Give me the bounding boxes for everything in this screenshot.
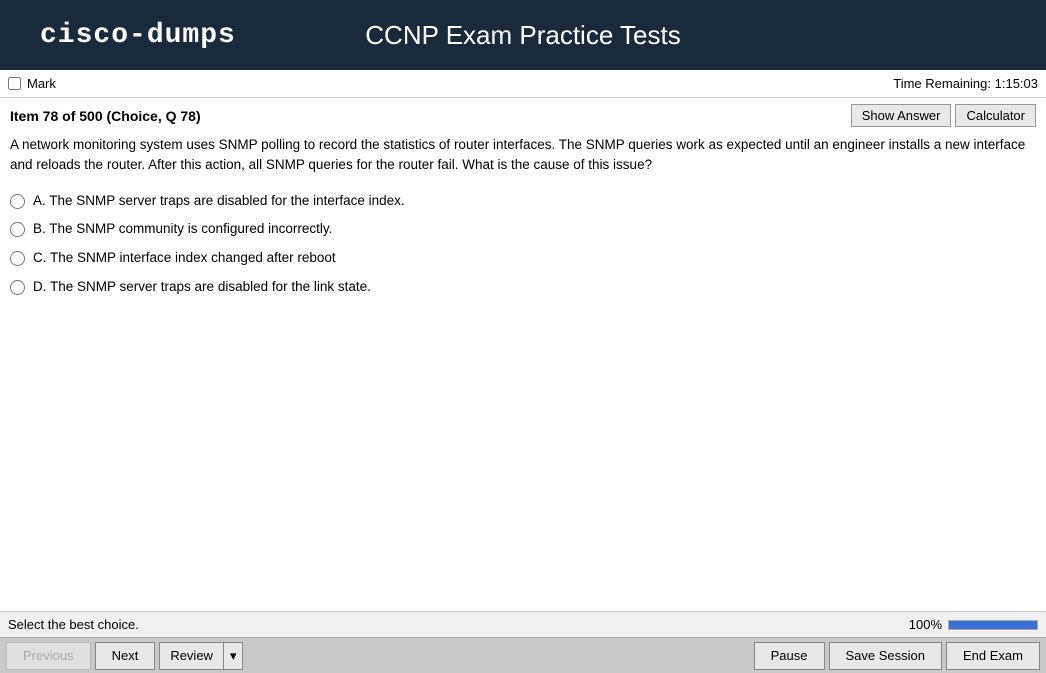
app-logo: cisco-dumps [40, 20, 236, 51]
item-info: Item 78 of 500 (Choice, Q 78) [10, 108, 201, 124]
time-remaining: Time Remaining: 1:15:03 [893, 76, 1038, 91]
footer-right: Pause Save Session End Exam [754, 642, 1040, 670]
progress-area: 100% [909, 617, 1038, 632]
mark-checkbox[interactable] [8, 77, 21, 90]
question-header: Item 78 of 500 (Choice, Q 78) Show Answe… [10, 104, 1036, 127]
option-d-label: D. The SNMP server traps are disabled fo… [33, 278, 371, 297]
progress-bar [948, 620, 1038, 630]
review-button[interactable]: Review [159, 642, 223, 670]
chevron-down-icon: ▾ [230, 648, 237, 664]
option-d[interactable]: D. The SNMP server traps are disabled fo… [10, 278, 1036, 297]
radio-a[interactable] [10, 194, 25, 209]
top-bar: Mark Time Remaining: 1:15:03 [0, 70, 1046, 98]
status-text: Select the best choice. [8, 617, 139, 632]
pause-button[interactable]: Pause [754, 642, 825, 670]
progress-bar-fill [949, 621, 1037, 629]
end-exam-button[interactable]: End Exam [946, 642, 1040, 670]
mark-label[interactable]: Mark [27, 76, 56, 91]
app-title: CCNP Exam Practice Tests [365, 20, 680, 51]
option-b-label: B. The SNMP community is configured inco… [33, 220, 332, 239]
options-list: A. The SNMP server traps are disabled fo… [10, 192, 1036, 298]
review-dropdown-arrow[interactable]: ▾ [223, 642, 244, 670]
next-button[interactable]: Next [95, 642, 156, 670]
footer: Previous Next Review ▾ Pause Save Sessio… [0, 637, 1046, 673]
calculator-button[interactable]: Calculator [955, 104, 1036, 127]
progress-percent: 100% [909, 617, 942, 632]
option-a[interactable]: A. The SNMP server traps are disabled fo… [10, 192, 1036, 211]
radio-d[interactable] [10, 280, 25, 295]
question-container: Item 78 of 500 (Choice, Q 78) Show Answe… [0, 98, 1046, 611]
question-text: A network monitoring system uses SNMP po… [10, 135, 1036, 176]
option-c-label: C. The SNMP interface index changed afte… [33, 249, 336, 268]
status-bar: Select the best choice. 100% [0, 611, 1046, 637]
previous-button[interactable]: Previous [6, 642, 91, 670]
save-session-button[interactable]: Save Session [829, 642, 943, 670]
radio-c[interactable] [10, 251, 25, 266]
mark-area[interactable]: Mark [8, 76, 56, 91]
option-c[interactable]: C. The SNMP interface index changed afte… [10, 249, 1036, 268]
header-buttons: Show Answer Calculator [851, 104, 1036, 127]
option-b[interactable]: B. The SNMP community is configured inco… [10, 220, 1036, 239]
review-btn-wrapper: Review ▾ [159, 642, 243, 670]
radio-b[interactable] [10, 222, 25, 237]
footer-left: Previous Next Review ▾ [6, 642, 243, 670]
option-a-label: A. The SNMP server traps are disabled fo… [33, 192, 405, 211]
show-answer-button[interactable]: Show Answer [851, 104, 952, 127]
